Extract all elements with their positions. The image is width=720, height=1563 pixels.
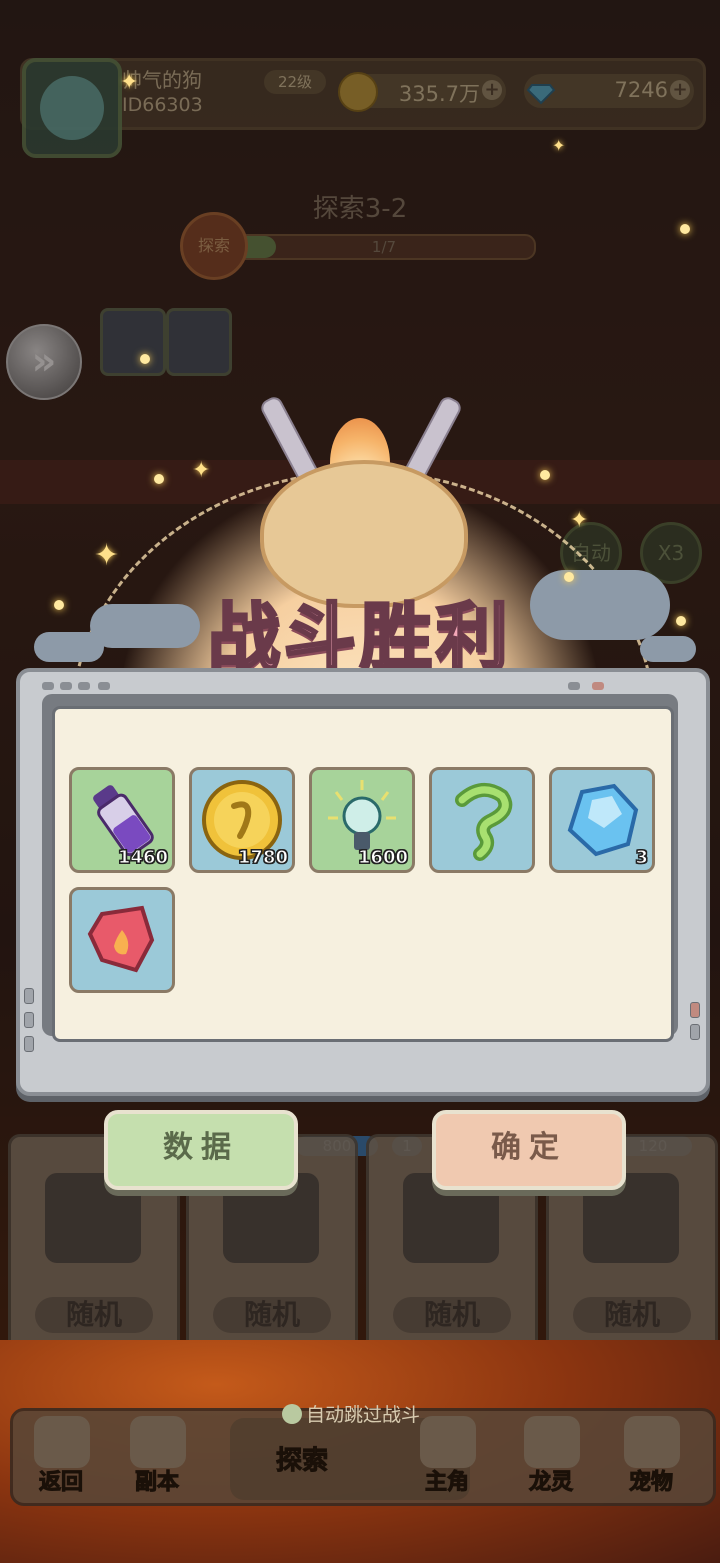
coin-icon — [338, 72, 378, 112]
reward-quantity: 1600 — [357, 847, 408, 869]
skill-slot-creature[interactable] — [166, 308, 232, 376]
skill-slot-dagger[interactable] — [100, 308, 166, 376]
nav-label: 副本 — [134, 1470, 179, 1496]
game-screen: 帅气的狗 ID66303 22级 335.7万 + 7246 + 探索3-2 1… — [0, 0, 720, 1563]
pet-egg-icon — [624, 1416, 680, 1468]
sparkle-dot — [140, 354, 150, 364]
reward-item[interactable] — [429, 767, 535, 873]
dialog-led — [98, 682, 110, 690]
nav-dragon-spirit[interactable]: 龙灵 — [506, 1414, 596, 1496]
nav-hero[interactable]: 主角 — [402, 1414, 492, 1496]
random-card-label: 随机 — [213, 1297, 331, 1333]
hero-icon — [420, 1416, 476, 1468]
reward-item[interactable] — [69, 887, 175, 993]
random-card-label: 随机 — [573, 1297, 691, 1333]
dungeon-icon — [130, 1416, 186, 1468]
sparkle-icon: ✦ — [192, 458, 211, 483]
nav-pet[interactable]: 宠物 — [606, 1414, 696, 1496]
player-id: ID66303 — [122, 94, 203, 116]
dialog-led — [592, 682, 604, 690]
diamond-icon — [526, 84, 556, 105]
sparkle-dot — [154, 474, 164, 484]
sparkle-dot — [54, 600, 64, 610]
sparkle-dot — [540, 470, 550, 480]
dialog-led — [42, 682, 54, 690]
reward-item[interactable]: 3 — [549, 767, 655, 873]
stage-progress-bar: 1/7 — [232, 234, 536, 260]
nav-label: 返回 — [38, 1470, 83, 1496]
reward-item[interactable]: 1780 — [189, 767, 295, 873]
dialog-side-pin — [24, 1036, 34, 1052]
player-level-badge: 22级 — [264, 70, 326, 94]
sparkle-icon: ✦ — [94, 538, 120, 573]
nav-label: 主角 — [424, 1470, 469, 1496]
random-card-label: 随机 — [35, 1297, 153, 1333]
player-id-value: 66303 — [142, 94, 203, 116]
add-gold-button[interactable]: + — [482, 80, 502, 100]
reward-quantity: 1780 — [237, 847, 288, 869]
nav-dungeon[interactable]: 副本 — [112, 1414, 202, 1496]
green-spirit-icon — [455, 783, 513, 861]
red-ember-icon — [87, 905, 155, 973]
player-id-prefix: ID — [122, 94, 143, 116]
stage-progress-text: 1/7 — [371, 238, 397, 256]
dialog-inner-frame: 1460 1780 1600 3 — [42, 694, 678, 1042]
gem-value: 7246 — [614, 78, 668, 102]
dialog-led — [78, 682, 90, 690]
reward-panel: 1460 1780 1600 3 — [52, 706, 674, 1042]
sparkle-icon: ✦ — [120, 70, 139, 95]
reward-item[interactable]: 1600 — [309, 767, 415, 873]
dialog-side-pin — [24, 1012, 34, 1028]
dragon-avatar-icon — [40, 76, 104, 140]
auto-skip-toggle[interactable]: 自动跳过战斗 — [282, 1400, 420, 1427]
dialog-led — [568, 682, 580, 690]
add-gem-button[interactable]: + — [670, 80, 690, 100]
back-icon — [34, 1416, 90, 1468]
data-button[interactable]: 数据 — [104, 1110, 298, 1190]
dialog-led — [60, 682, 72, 690]
nav-explore-label[interactable]: 探索 — [275, 1440, 328, 1477]
dragon-spirit-icon — [524, 1416, 580, 1468]
fast-forward-button[interactable]: » — [6, 324, 82, 400]
checkbox-icon — [282, 1404, 302, 1424]
player-avatar[interactable] — [22, 58, 122, 158]
nav-label: 龙灵 — [528, 1470, 573, 1496]
dialog-side-pin — [690, 1002, 700, 1018]
random-card-label: 随机 — [393, 1297, 511, 1333]
sparkle-icon: ✦ — [552, 136, 566, 155]
sparkle-dot — [680, 224, 690, 234]
reward-dialog: 1460 1780 1600 3 — [16, 668, 710, 1096]
stage-title: 探索3-2 — [312, 194, 408, 224]
gold-value: 335.7万 — [398, 82, 480, 106]
nav-label: 宠物 — [628, 1470, 673, 1496]
nav-back[interactable]: 返回 — [16, 1414, 106, 1496]
sparkle-dot — [564, 572, 574, 582]
sparkle-dot — [676, 616, 686, 626]
reward-quantity: 3 — [635, 847, 648, 869]
dialog-side-pin — [690, 1024, 700, 1040]
dialog-side-pin — [24, 988, 34, 1004]
explore-badge: 探索 — [180, 212, 248, 280]
sparkle-icon: ✦ — [570, 508, 589, 533]
reward-quantity: 1460 — [117, 847, 168, 869]
reward-item[interactable]: 1460 — [69, 767, 175, 873]
confirm-button[interactable]: 确定 — [432, 1110, 626, 1190]
